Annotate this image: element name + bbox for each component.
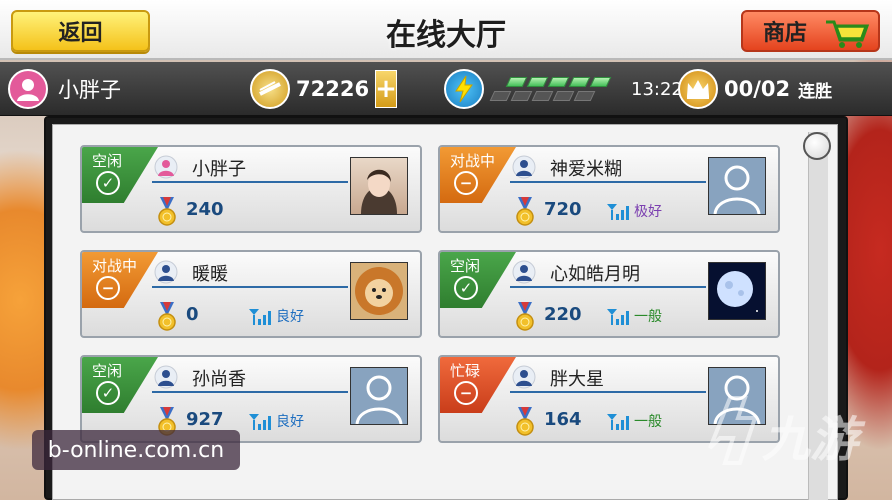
streak-label: 连胜 xyxy=(798,81,833,102)
status-text: 对战中 xyxy=(450,152,496,170)
user-icon xyxy=(512,155,536,179)
shop-button[interactable]: 商店 xyxy=(741,10,880,52)
divider xyxy=(152,391,348,393)
user-icon xyxy=(512,260,536,284)
signal-label: 良好 xyxy=(276,414,304,430)
shop-label: 商店 xyxy=(763,21,808,46)
minus-icon: − xyxy=(454,381,478,405)
avatar-photo xyxy=(708,262,766,320)
signal-label: 良好 xyxy=(276,309,304,325)
player-score: 927 xyxy=(186,409,224,430)
player-name: 孙尚香 xyxy=(192,369,246,390)
medal-icon xyxy=(516,302,534,331)
streak-count: 00/02 xyxy=(724,77,791,101)
player-score: 720 xyxy=(544,199,582,220)
shopping-cart-icon xyxy=(826,20,870,48)
signal-icon xyxy=(249,309,271,325)
watermark: b-online.com.cn xyxy=(32,430,240,470)
player-name: 心如皓月明 xyxy=(550,264,640,285)
signal-strength: 良好 xyxy=(248,306,304,326)
check-icon: ✓ xyxy=(96,171,120,195)
signal-icon xyxy=(249,414,271,430)
energy-area: 13:22 xyxy=(444,69,683,109)
coin-icon xyxy=(250,69,290,109)
status-text: 空闲 xyxy=(92,152,123,170)
minus-icon: − xyxy=(454,171,478,195)
coin-count: 72226 xyxy=(296,77,370,101)
status-text: 空闲 xyxy=(92,362,123,380)
divider xyxy=(510,181,706,183)
medal-icon xyxy=(516,197,534,226)
signal-strength: 极好 xyxy=(606,201,662,221)
player-score: 240 xyxy=(186,199,224,220)
site-logo-watermark: 九游 xyxy=(708,396,866,468)
svg-text:九游: 九游 xyxy=(762,412,866,468)
energy-timer: 13:22 xyxy=(631,78,683,100)
status-bar: 小胖子 72226 + 13:22 00/02 连胜 xyxy=(0,62,892,116)
lightning-icon xyxy=(444,69,484,109)
player-name: 暖暖 xyxy=(192,264,228,285)
user-avatar-icon xyxy=(8,69,48,109)
status-text: 对战中 xyxy=(92,257,138,275)
coin-area: 72226 + xyxy=(250,69,398,109)
player-card[interactable]: 空闲 ✓ 小胖子 240 xyxy=(80,145,422,233)
player-name: 小胖子 xyxy=(192,159,246,180)
player-card[interactable]: 对战中 − 暖暖 0 良好 xyxy=(80,250,422,338)
signal-icon xyxy=(607,309,629,325)
user-icon xyxy=(154,155,178,179)
divider xyxy=(510,391,706,393)
user-icon xyxy=(154,365,178,389)
status-badge: 空闲 ✓ xyxy=(82,357,158,413)
player-score: 220 xyxy=(544,304,582,325)
energy-meter xyxy=(489,77,612,101)
status-text: 忙碌 xyxy=(450,362,481,380)
user-icon xyxy=(512,365,536,389)
signal-label: 一般 xyxy=(634,309,662,325)
player-card[interactable]: 空闲 ✓ 心如皓月明 220 一般 xyxy=(438,250,780,338)
signal-icon xyxy=(607,414,629,430)
minus-icon: − xyxy=(96,276,120,300)
signal-icon xyxy=(607,204,629,220)
medal-icon xyxy=(158,302,176,331)
default-avatar-icon xyxy=(708,157,766,215)
check-icon: ✓ xyxy=(454,276,478,300)
profile-area[interactable]: 小胖子 xyxy=(8,69,121,109)
status-badge: 空闲 ✓ xyxy=(440,252,516,308)
scroll-knob[interactable] xyxy=(803,132,831,160)
signal-strength: 一般 xyxy=(606,306,662,326)
player-score: 0 xyxy=(186,304,199,325)
signal-label: 极好 xyxy=(634,204,662,220)
signal-strength: 一般 xyxy=(606,411,662,431)
user-icon xyxy=(154,260,178,284)
status-badge: 空闲 ✓ xyxy=(82,147,158,203)
status-badge: 对战中 − xyxy=(82,252,158,308)
divider xyxy=(152,286,348,288)
default-avatar-icon xyxy=(350,367,408,425)
player-score: 164 xyxy=(544,409,582,430)
medal-icon xyxy=(516,407,534,436)
add-coins-button[interactable]: + xyxy=(375,70,398,108)
top-bar: 返回 在线大厅 商店 xyxy=(0,0,892,60)
signal-strength: 良好 xyxy=(248,411,304,431)
status-badge: 对战中 − xyxy=(440,147,516,203)
streak-area: 00/02 连胜 xyxy=(678,69,833,109)
signal-label: 一般 xyxy=(634,414,662,430)
player-card[interactable]: 对战中 − 神爱米糊 720 极好 xyxy=(438,145,780,233)
avatar-photo xyxy=(350,262,408,320)
current-username: 小胖子 xyxy=(58,78,121,102)
medal-icon xyxy=(158,197,176,226)
status-badge: 忙碌 − xyxy=(440,357,516,413)
player-name: 胖大星 xyxy=(550,369,604,390)
avatar-photo xyxy=(350,157,408,215)
crown-icon xyxy=(678,69,718,109)
divider xyxy=(152,181,348,183)
divider xyxy=(510,286,706,288)
check-icon: ✓ xyxy=(96,381,120,405)
status-text: 空闲 xyxy=(450,257,481,275)
player-name: 神爱米糊 xyxy=(550,159,622,180)
